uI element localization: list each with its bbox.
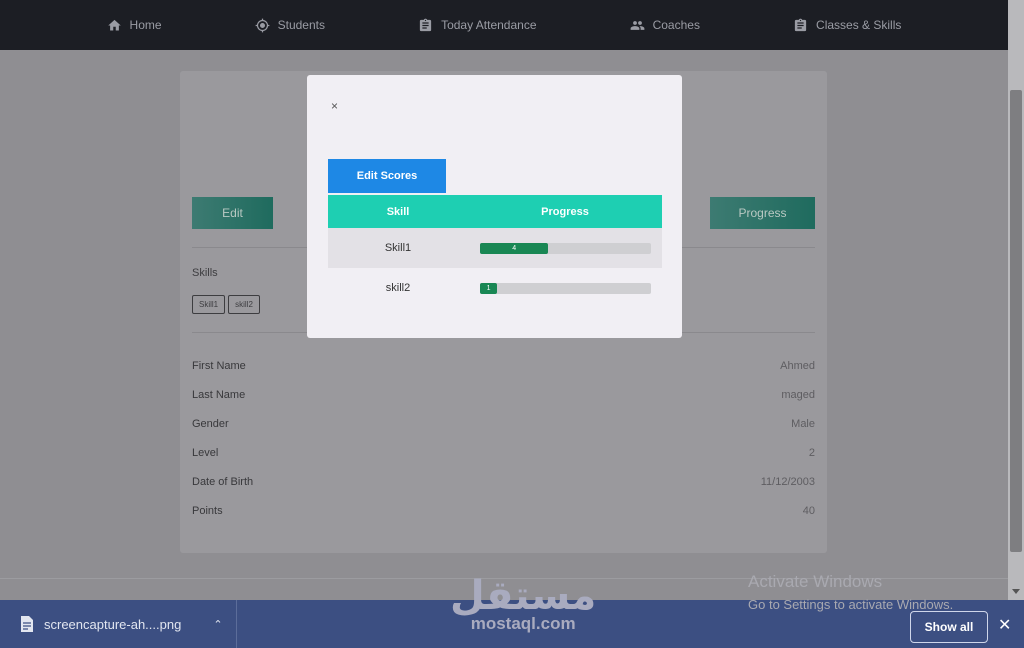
field-label: Last Name [192, 388, 246, 401]
progress-fill: 1 [480, 282, 498, 294]
nav-classes-skills[interactable]: Classes & Skills [793, 18, 901, 33]
scroll-down-arrow[interactable] [1012, 589, 1020, 594]
skills-progress-table: Skill Progress Skill1 4 skill2 1 [328, 195, 662, 308]
target-icon [255, 18, 269, 32]
progress-cell: 1 [468, 282, 662, 294]
info-row-last-name: Last Name maged [192, 380, 815, 409]
field-label: Points [192, 504, 223, 517]
show-all-button[interactable]: Show all [910, 611, 988, 643]
page-scrollbar[interactable] [1008, 0, 1024, 600]
chevron-up-icon[interactable]: ⌃ [213, 618, 222, 631]
download-item[interactable]: screencapture-ah....png ⌃ [0, 600, 237, 648]
skills-label: Skills [192, 267, 218, 279]
clipboard-icon [794, 18, 807, 31]
table-row: Skill1 4 [328, 228, 662, 268]
people-icon [630, 20, 644, 30]
progress-cell: 4 [468, 242, 662, 254]
field-value: Male [791, 417, 815, 430]
progress-bar: 1 [480, 282, 651, 294]
activate-windows-watermark: Activate Windows Go to Settings to activ… [748, 572, 953, 612]
skills-chips: Skill1 skill2 [192, 295, 260, 314]
progress-button[interactable]: Progress [710, 197, 815, 229]
field-value: 40 [802, 504, 815, 517]
skill-chip[interactable]: Skill1 [192, 295, 226, 314]
field-label: First Name [192, 359, 246, 372]
brand-english: mostaql.com [470, 614, 576, 633]
file-icon [21, 616, 33, 632]
nav-home-label: Home [129, 18, 162, 32]
nav-home[interactable]: Home [107, 18, 162, 33]
mostaql-logo-watermark: مستقل mostaql.com [450, 573, 597, 634]
activate-title: Activate Windows [748, 572, 883, 591]
home-icon [107, 19, 121, 30]
info-row-first-name: First Name Ahmed [192, 351, 815, 380]
modal-close-button[interactable]: × [331, 99, 338, 113]
skill-progress-modal: × Edit Scores Skill Progress Skill1 4 sk… [307, 75, 682, 338]
nav-students-label: Students [277, 18, 325, 32]
activate-subtitle: Go to Settings to activate Windows. [748, 597, 954, 612]
table-header: Skill Progress [328, 195, 662, 228]
header-progress: Progress [541, 205, 589, 218]
field-value: 2 [808, 446, 815, 459]
progress-fill: 4 [480, 242, 549, 254]
edit-scores-button[interactable]: Edit Scores [328, 159, 446, 193]
scrollbar-thumb[interactable] [1010, 90, 1022, 552]
brand-arabic: مستقل [450, 573, 597, 619]
field-label: Gender [192, 417, 229, 430]
download-filename: screencapture-ah....png [44, 616, 182, 632]
skill-name: Skill1 [384, 242, 412, 254]
student-info: First Name Ahmed Last Name maged Gender … [192, 351, 815, 525]
progress-bar: 4 [480, 242, 651, 254]
skill-chip[interactable]: skill2 [228, 295, 260, 314]
nav-coaches[interactable]: Coaches [630, 18, 700, 33]
info-row-date-of-birth: Date of Birth 11/12/2003 [192, 467, 815, 496]
field-value: Ahmed [780, 359, 815, 372]
field-label: Date of Birth [192, 475, 254, 488]
info-row-level: Level 2 [192, 438, 815, 467]
top-nav: Home Students Today Attendance Coaches C… [0, 0, 1008, 50]
header-skill: Skill [386, 205, 410, 218]
clipboard-icon [419, 18, 432, 31]
info-row-points: Points 40 [192, 496, 815, 525]
nav-today-attendance-label: Today Attendance [441, 18, 537, 32]
field-value: maged [781, 388, 815, 401]
field-value: 11/12/2003 [760, 475, 815, 488]
edit-button[interactable]: Edit [192, 197, 273, 229]
nav-students[interactable]: Students [255, 18, 325, 33]
skill-name: skill2 [385, 282, 411, 294]
info-row-gender: Gender Male [192, 409, 815, 438]
close-icon[interactable]: ✕ [998, 615, 1011, 635]
field-label: Level [192, 446, 219, 459]
nav-coaches-label: Coaches [652, 18, 700, 32]
nav-classes-skills-label: Classes & Skills [816, 18, 902, 32]
table-row: skill2 1 [328, 268, 662, 308]
nav-today-attendance[interactable]: Today Attendance [418, 18, 537, 33]
